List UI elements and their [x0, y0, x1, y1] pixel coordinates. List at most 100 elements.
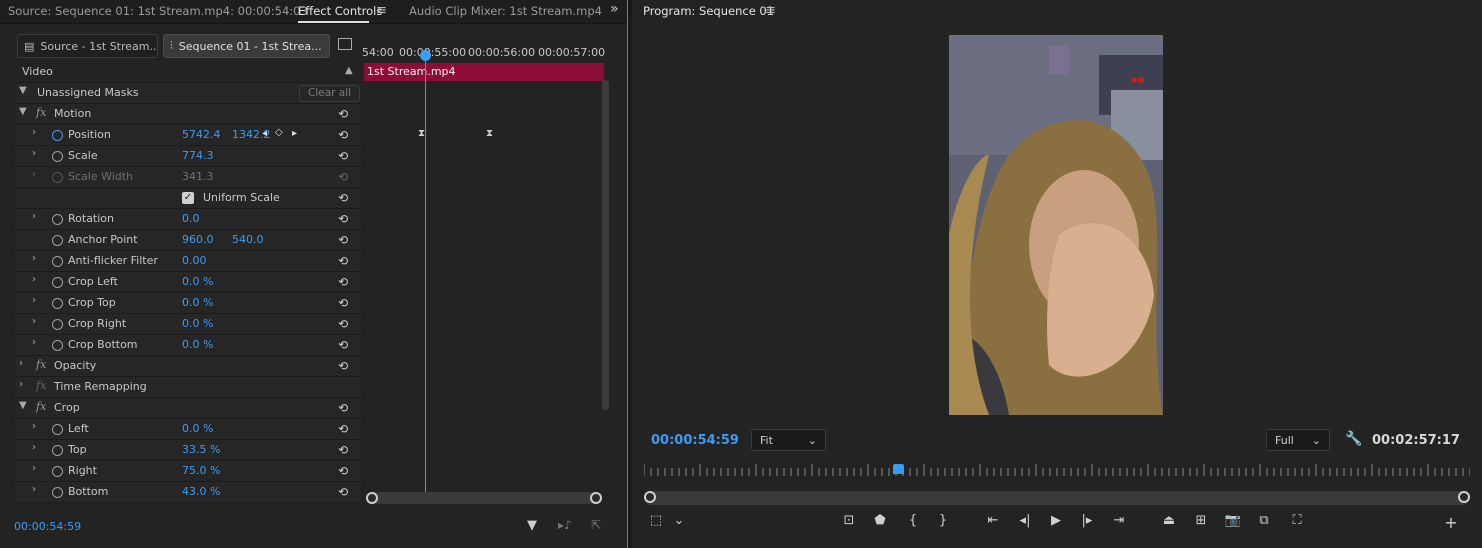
export-frame-camera-icon[interactable]: 📷 [1224, 513, 1242, 531]
fx-icon[interactable]: fx [36, 106, 46, 119]
stopwatch-icon[interactable] [52, 151, 63, 162]
extract-icon[interactable]: ⊞ [1190, 513, 1212, 531]
opacity-effect-row[interactable]: › fx Opacity ⟲ [15, 356, 361, 377]
fx-icon[interactable]: fx [36, 358, 46, 371]
stopwatch-icon[interactable] [52, 466, 63, 477]
scrollbar-right-handle[interactable] [590, 492, 602, 504]
chevron-right-icon[interactable]: › [32, 463, 36, 474]
collapse-arrow-icon[interactable]: ▲ [345, 65, 353, 76]
crop-right-value[interactable]: 0.0 % [182, 317, 213, 330]
lift-icon[interactable]: ⏏ [1158, 513, 1180, 531]
program-monitor-title[interactable]: Program: Sequence 01 [643, 4, 774, 18]
vertical-scrollbar[interactable] [602, 80, 609, 410]
stopwatch-icon[interactable] [52, 340, 63, 351]
insert-frame-icon[interactable]: ⊡ [840, 513, 858, 531]
reset-icon[interactable]: ⟲ [338, 297, 354, 309]
wrench-icon[interactable]: 🔧 [1345, 431, 1362, 447]
effect-controls-timecode[interactable]: 00:00:54:59 [14, 520, 81, 533]
tab-effect-controls[interactable]: Effect Controls [298, 4, 382, 18]
scrollbar-left-handle[interactable] [644, 491, 656, 503]
monitor-time-ruler[interactable] [644, 462, 1470, 476]
chevron-right-icon[interactable]: › [19, 358, 23, 369]
button-editor-plus-icon[interactable]: + [1442, 513, 1460, 532]
panel-menu-icon[interactable]: ≡ [376, 3, 387, 18]
position-x-value[interactable]: 5742.4 [182, 128, 221, 141]
anchor-point-y-value[interactable]: 540.0 [232, 233, 264, 246]
stopwatch-icon[interactable] [52, 130, 63, 141]
crop-effect-row[interactable]: ▼ fx Crop ⟲ [15, 398, 361, 419]
chevron-right-icon[interactable]: › [32, 421, 36, 432]
resolution-dropdown[interactable]: Full ⌄ [1266, 429, 1330, 451]
tab-overflow-button[interactable]: » [610, 1, 619, 17]
next-keyframe-icon[interactable]: ▸ [292, 128, 297, 139]
reset-icon[interactable]: ⟲ [338, 339, 354, 351]
reset-icon[interactable]: ⟲ [338, 150, 354, 162]
play-icon[interactable]: ▶ [1048, 513, 1064, 531]
chevron-right-icon[interactable]: › [32, 127, 36, 138]
reset-icon[interactable]: ⟲ [338, 486, 354, 498]
reset-icon[interactable]: ⟲ [338, 129, 354, 141]
effect-controls-timeline[interactable]: 54:00 00:00:55:00 00:00:56:00 00:00:57:0… [362, 44, 605, 504]
reset-icon[interactable]: ⟲ [338, 318, 354, 330]
stopwatch-icon[interactable] [52, 277, 63, 288]
program-timecode[interactable]: 00:00:54:59 [651, 433, 739, 448]
panel-menu-icon[interactable]: ≡ [765, 3, 776, 18]
chevron-right-icon[interactable]: › [32, 148, 36, 159]
reset-icon[interactable]: ⟲ [338, 213, 354, 225]
program-playhead[interactable] [893, 464, 904, 474]
crop-top-value[interactable]: 0.0 % [182, 296, 213, 309]
stopwatch-icon[interactable] [52, 298, 63, 309]
uniform-scale-checkbox[interactable]: ✓ [182, 192, 194, 204]
chevron-right-icon[interactable]: › [19, 379, 23, 390]
chevron-right-icon[interactable]: › [32, 295, 36, 306]
stopwatch-icon[interactable] [52, 445, 63, 456]
time-ruler[interactable]: 54:00 00:00:55:00 00:00:56:00 00:00:57:0… [362, 44, 605, 62]
safe-margins-icon[interactable]: ⬚ [648, 513, 664, 531]
motion-effect-row[interactable]: ▼ fx Motion ⟲ [15, 104, 361, 125]
reset-icon[interactable]: ⟲ [338, 108, 354, 120]
export-icon[interactable]: ⇱ [591, 518, 601, 532]
proxy-toggle-icon[interactable]: ⛶ [1288, 513, 1306, 531]
reset-icon[interactable]: ⟲ [338, 276, 354, 288]
toggle-timeline-view-icon[interactable] [338, 38, 352, 50]
reset-icon[interactable]: ⟲ [338, 255, 354, 267]
go-to-in-icon[interactable]: ⇤ [984, 513, 1002, 531]
chevron-right-icon[interactable]: › [32, 211, 36, 222]
anti-flicker-value[interactable]: 0.00 [182, 254, 207, 267]
stopwatch-icon[interactable] [52, 424, 63, 435]
stopwatch-icon[interactable] [52, 319, 63, 330]
reset-icon[interactable]: ⟲ [338, 192, 354, 204]
reset-icon[interactable]: ⟲ [338, 360, 354, 372]
scrollbar-right-handle[interactable] [1458, 491, 1470, 503]
crop-left-value[interactable]: 0.0 % [182, 275, 213, 288]
play-audio-icon[interactable]: ▸♪ [558, 518, 572, 532]
reset-icon[interactable]: ⟲ [338, 234, 354, 246]
crop-param-right-value[interactable]: 75.0 % [182, 464, 220, 477]
clip-bar[interactable]: 1st Stream.mp4 [364, 63, 604, 81]
tab-source[interactable]: Source: Sequence 01: 1st Stream.mp4: 00:… [8, 4, 308, 18]
reset-icon[interactable]: ⟲ [338, 465, 354, 477]
chevron-down-icon[interactable]: ⌄ [672, 513, 686, 531]
stopwatch-icon[interactable] [52, 214, 63, 225]
chevron-right-icon[interactable]: › [32, 274, 36, 285]
zoom-dropdown[interactable]: Fit ⌄ [751, 429, 826, 451]
playhead-handle[interactable] [420, 50, 431, 61]
timeline-zoom-scrollbar[interactable] [366, 492, 602, 504]
add-keyframe-icon[interactable]: ◇ [275, 127, 283, 138]
crop-param-left-value[interactable]: 0.0 % [182, 422, 213, 435]
scale-value[interactable]: 774.3 [182, 149, 214, 162]
reset-icon[interactable]: ⟲ [338, 444, 354, 456]
chevron-down-icon[interactable]: ▼ [19, 85, 27, 96]
chevron-right-icon[interactable]: › [32, 442, 36, 453]
mark-in-icon[interactable]: { [906, 513, 920, 531]
keyframe-icon[interactable]: ⧗ [418, 128, 425, 139]
anchor-point-x-value[interactable]: 960.0 [182, 233, 214, 246]
zoom-scrollbar[interactable] [644, 491, 1470, 505]
go-to-out-icon[interactable]: ⇥ [1110, 513, 1128, 531]
chevron-down-icon[interactable]: ▼ [19, 106, 27, 117]
scrollbar-left-handle[interactable] [366, 492, 378, 504]
rotation-value[interactable]: 0.0 [182, 212, 200, 225]
step-forward-icon[interactable]: |▸ [1078, 513, 1096, 531]
clear-all-button[interactable]: Clear all [299, 85, 361, 102]
keyframe-icon[interactable]: ⧗ [486, 128, 493, 139]
